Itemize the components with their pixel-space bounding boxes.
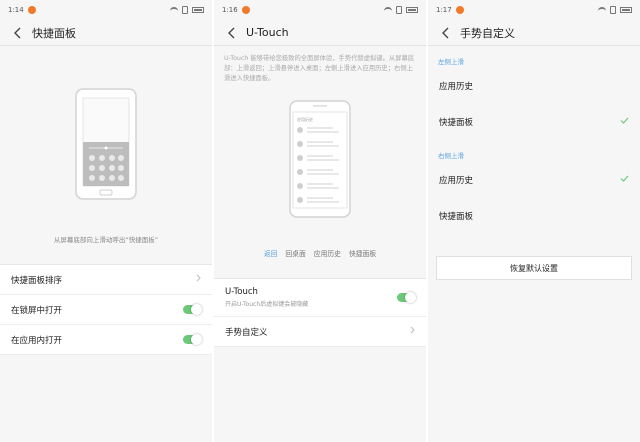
screen-gesture-custom: 1:17 手势自定义 左侧上滑 应用历史 快捷面板 右侧上滑 应用历史 快捷面板… [428,0,640,442]
option-right-app-history[interactable]: 应用历史 [428,162,640,198]
utouch-sublabel: 开启U-Touch后虚拟键会被隐藏 [225,301,309,308]
notification-icon [27,6,36,14]
status-bar: 1:17 [428,0,640,20]
battery-icon [620,7,632,13]
page-title: 快捷面板 [32,26,76,40]
row-label: 快捷面板排序 [11,275,63,286]
tab-back[interactable]: 返回 [264,248,278,258]
option-right-quick-panel[interactable]: 快捷面板 [428,198,640,234]
battery-icon [406,7,418,13]
phone-illustration [75,88,137,200]
chevron-right-icon [196,274,201,285]
notification-icon [241,6,250,14]
utouch-toggle[interactable] [397,292,416,303]
lockscreen-toggle[interactable] [183,304,202,315]
option-label: 应用历史 [439,82,474,92]
option-label: 快捷面板 [439,118,474,128]
back-icon[interactable] [10,26,24,40]
illustration-header: 应用历史 [297,116,313,122]
row-label: 在应用内打开 [11,335,63,346]
row-gesture-custom[interactable]: 手势自定义 [214,317,426,347]
page-title: 手势自定义 [460,26,515,40]
phone-illustration: 应用历史 [289,100,351,218]
screen-quick-panel: 1:14 快捷面板 从屏幕底部向上滑动呼出“快捷面板” 快捷面板排序 在锁屏中打… [0,0,212,442]
option-left-quick-panel[interactable]: 快捷面板 [428,104,640,140]
tab-app-history[interactable]: 应用历史 [314,248,341,258]
gesture-tabs: 返回 回桌面 应用历史 快捷面板 [214,248,426,258]
screens-container: 1:14 快捷面板 从屏幕底部向上滑动呼出“快捷面板” 快捷面板排序 在锁屏中打… [0,0,640,442]
option-label: 应用历史 [439,176,474,186]
option-left-app-history[interactable]: 应用历史 [428,68,640,104]
app-header: 手势自定义 [428,20,640,46]
quick-panel-illustration [0,64,212,224]
utouch-label: U-Touch [225,287,258,297]
row-label: 在锁屏中打开 [11,305,63,316]
settings-list: 快捷面板排序 在锁屏中打开 在应用内打开 [0,264,212,355]
settings-list: U-Touch 开启U-Touch后虚拟键会被隐藏 手势自定义 [214,278,426,347]
sim-icon [396,6,402,14]
status-bar: 1:16 [214,0,426,20]
wifi-icon [598,7,606,13]
back-icon[interactable] [438,26,452,40]
row-label: 手势自定义 [225,327,268,338]
tab-home[interactable]: 回桌面 [285,248,305,258]
status-time: 1:16 [222,6,238,14]
in-app-toggle[interactable] [183,334,202,345]
checkmark-icon [620,175,629,185]
back-icon[interactable] [224,26,238,40]
utouch-illustration: 应用历史 [214,100,426,218]
tab-quick-panel[interactable]: 快捷面板 [349,248,376,258]
group-label-right-swipe: 右侧上滑 [438,152,464,160]
quick-panel-caption: 从屏幕底部向上滑动呼出“快捷面板” [53,236,159,244]
status-time: 1:14 [8,6,24,14]
row-open-on-lockscreen: 在锁屏中打开 [0,295,212,325]
notification-icon [455,6,464,14]
reset-defaults-button[interactable]: 恢复默认设置 [436,256,632,280]
utouch-description: U-Touch 能够带给您极致的全面屏体验，手势代替虚拟键。从屏幕底部：上滑返回… [224,55,415,82]
battery-icon [192,7,204,13]
row-open-in-app: 在应用内打开 [0,325,212,355]
group-label-left-swipe: 左侧上滑 [438,58,464,66]
wifi-icon [384,7,392,13]
app-header: U-Touch [214,20,426,46]
page-title: U-Touch [246,26,289,39]
chevron-right-icon [410,326,415,337]
status-bar: 1:14 [0,0,212,20]
row-utouch: U-Touch 开启U-Touch后虚拟键会被隐藏 [214,279,426,317]
wifi-icon [170,7,178,13]
screen-utouch: 1:16 U-Touch U-Touch 能够带给您极致的全面屏体验，手势代替虚… [214,0,426,442]
sim-icon [182,6,188,14]
checkmark-icon [620,117,629,127]
option-label: 快捷面板 [439,212,474,222]
row-quick-panel-sort[interactable]: 快捷面板排序 [0,265,212,295]
sim-icon [610,6,616,14]
status-time: 1:17 [436,6,452,14]
app-header: 快捷面板 [0,20,212,46]
